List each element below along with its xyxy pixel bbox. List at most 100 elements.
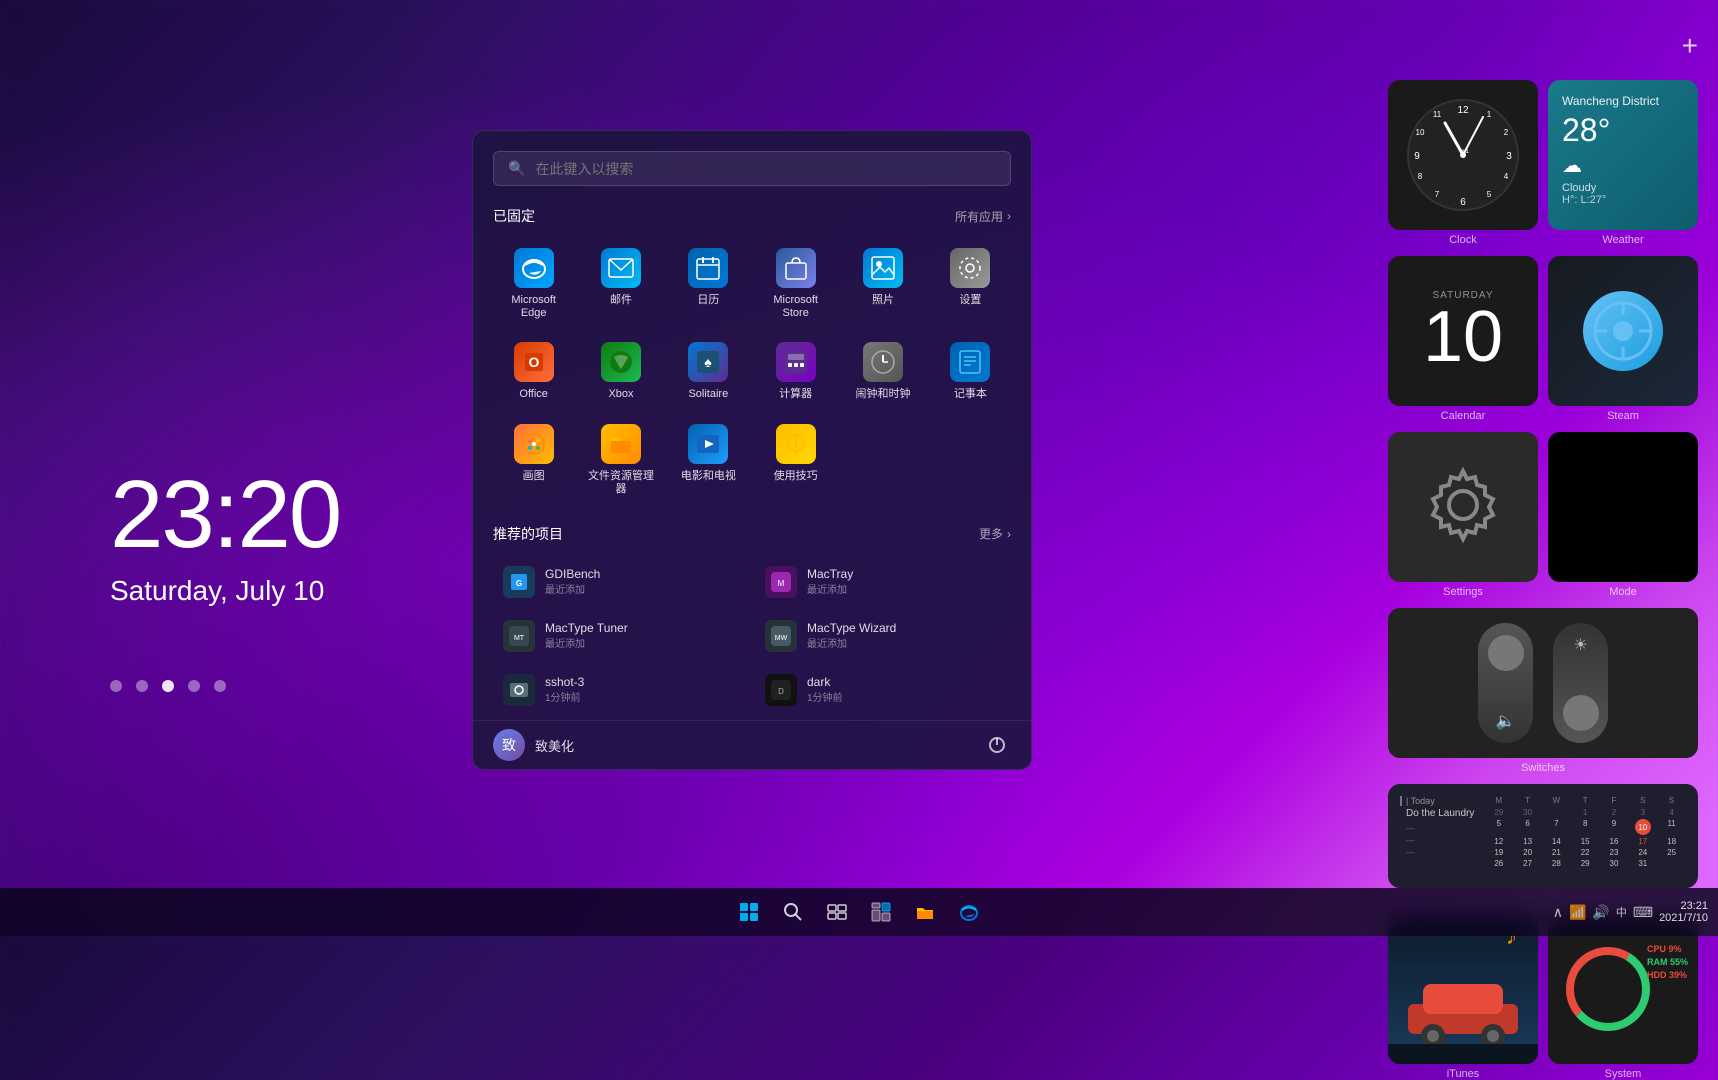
search-bar[interactable]: 🔍 (493, 151, 1011, 186)
taskbar-fileexplorer[interactable] (905, 892, 945, 932)
start-button[interactable] (729, 892, 769, 932)
app-calc[interactable]: 计算器 (755, 334, 836, 409)
gdibench-icon: G (503, 566, 535, 598)
rec-sshot[interactable]: sshot-3 1分钟前 (493, 666, 749, 714)
svg-text:3: 3 (1506, 151, 1512, 162)
app-notepad[interactable]: 记事本 (930, 334, 1011, 409)
rec-mactray[interactable]: M MacTray 最近添加 (755, 558, 1011, 606)
svg-text:7: 7 (1435, 190, 1440, 199)
system-widget-label: System (1548, 1068, 1698, 1080)
weather-temp: 28° (1562, 112, 1684, 149)
app-solitaire[interactable]: ♠ Solitaire (668, 334, 749, 409)
rec-gdibench[interactable]: G GDIBench 最近添加 (493, 558, 749, 606)
app-photos[interactable]: 照片 (842, 240, 923, 328)
rec-label: 推荐的项目 (493, 524, 563, 544)
calc-label: 计算器 (779, 388, 812, 401)
sshot-icon (503, 674, 535, 706)
office-icon: O (514, 342, 554, 382)
start-menu: 🔍 已固定 所有应用 › Microsoft Edge 邮件 (472, 130, 1032, 770)
svg-text:11: 11 (1433, 110, 1442, 119)
switch-knob-bottom (1563, 695, 1599, 731)
dot-1[interactable] (110, 680, 122, 692)
today-task: Do the Laundry (1400, 808, 1474, 819)
store-icon (776, 248, 816, 288)
rec-mactype-wizard[interactable]: MW MacType Wizard 最近添加 (755, 612, 1011, 660)
notepad-label: 记事本 (954, 388, 987, 401)
dot-2[interactable] (136, 680, 148, 692)
volume-icon: 🔈 (1496, 711, 1516, 731)
svg-text:G: G (516, 579, 522, 588)
app-store[interactable]: Microsoft Store (755, 240, 836, 328)
edge-label: Microsoft Edge (497, 294, 570, 320)
svg-text:O: O (528, 354, 539, 370)
app-tips[interactable]: 使用技巧 (755, 416, 836, 504)
taskbar: ∧ 📶 🔊 中 ⌨ 23:21 2021/7/10 (0, 888, 1718, 936)
cpu-stat: CPU 9% (1647, 944, 1688, 954)
taskbar-time-display[interactable]: 23:21 2021/7/10 (1659, 900, 1708, 924)
today-cell: 10 (1635, 819, 1651, 835)
svg-text:MT: MT (514, 635, 525, 642)
taskbar-network: 📶 (1569, 904, 1586, 921)
mode-widget-label: Mode (1548, 586, 1698, 598)
solitaire-icon: ♠ (688, 342, 728, 382)
dot-3[interactable] (162, 680, 174, 692)
switch-brightness[interactable]: ☀ (1553, 623, 1608, 743)
pinned-label: 已固定 (493, 206, 535, 226)
weather-district: Wancheng District (1562, 94, 1684, 108)
taskbar-search[interactable] (773, 892, 813, 932)
today-label: | Today (1400, 796, 1474, 806)
switch-volume[interactable]: 🔈 (1478, 623, 1533, 743)
svg-text:8: 8 (1418, 172, 1423, 181)
clock-widget-label: Clock (1388, 234, 1538, 246)
taskbar-chevron[interactable]: ∧ (1553, 904, 1563, 921)
mode-widget: ☯ Mode (1548, 432, 1698, 598)
weather-widget-label: Weather (1548, 234, 1698, 246)
app-clock[interactable]: 闹钟和时钟 (842, 334, 923, 409)
app-calendar[interactable]: 日历 (668, 240, 749, 328)
search-input[interactable] (535, 161, 996, 177)
files-icon (601, 424, 641, 464)
hdd-stat: HDD 39% (1647, 970, 1688, 980)
steam-widget: Steam (1548, 256, 1698, 422)
user-info[interactable]: 致 致美化 (493, 729, 574, 761)
all-apps-btn[interactable]: 所有应用 › (955, 208, 1011, 225)
taskbar-volume[interactable]: 🔊 (1592, 904, 1609, 921)
taskbar-widgets[interactable] (861, 892, 901, 932)
add-widget-button[interactable]: + (1682, 30, 1698, 62)
rec-dark[interactable]: D dark 1分钟前 (755, 666, 1011, 714)
notepad-icon (950, 342, 990, 382)
app-edge[interactable]: Microsoft Edge (493, 240, 574, 328)
settings-gear-icon (1423, 465, 1503, 550)
svg-text:4: 4 (1504, 172, 1509, 181)
taskbar-right: ∧ 📶 🔊 中 ⌨ 23:21 2021/7/10 (1553, 900, 1708, 924)
svg-text:M: M (778, 579, 785, 588)
svg-text:1: 1 (1487, 110, 1492, 119)
dot-5[interactable] (214, 680, 226, 692)
app-mail[interactable]: 邮件 (580, 240, 661, 328)
app-files[interactable]: 文件资源管理器 (580, 416, 661, 504)
app-paint[interactable]: 画图 (493, 416, 574, 504)
power-button[interactable] (983, 731, 1011, 759)
edge-icon (514, 248, 554, 288)
taskbar-taskview[interactable] (817, 892, 857, 932)
paint-label: 画图 (523, 470, 545, 483)
app-settings[interactable]: 设置 (930, 240, 1011, 328)
app-office[interactable]: O Office (493, 334, 574, 409)
svg-text:2: 2 (1504, 128, 1509, 137)
settings-widget-label: Settings (1388, 586, 1538, 598)
svg-text:9: 9 (1414, 151, 1420, 162)
settings-widget: Settings (1388, 432, 1538, 598)
search-icon: 🔍 (508, 160, 525, 177)
dot-4[interactable] (188, 680, 200, 692)
username: 致美化 (535, 736, 574, 755)
switch-knob-top (1488, 635, 1524, 671)
steam-widget-label: Steam (1548, 410, 1698, 422)
taskbar-edge[interactable] (949, 892, 989, 932)
tips-icon (776, 424, 816, 464)
rec-mactype-tuner[interactable]: MT MacType Tuner 最近添加 (493, 612, 749, 660)
taskbar-ime[interactable]: 中 (1616, 904, 1627, 920)
app-movies[interactable]: 电影和电视 (668, 416, 749, 504)
steam-icon (1583, 291, 1663, 371)
more-btn[interactable]: 更多 › (979, 525, 1011, 542)
app-xbox[interactable]: Xbox (580, 334, 661, 409)
